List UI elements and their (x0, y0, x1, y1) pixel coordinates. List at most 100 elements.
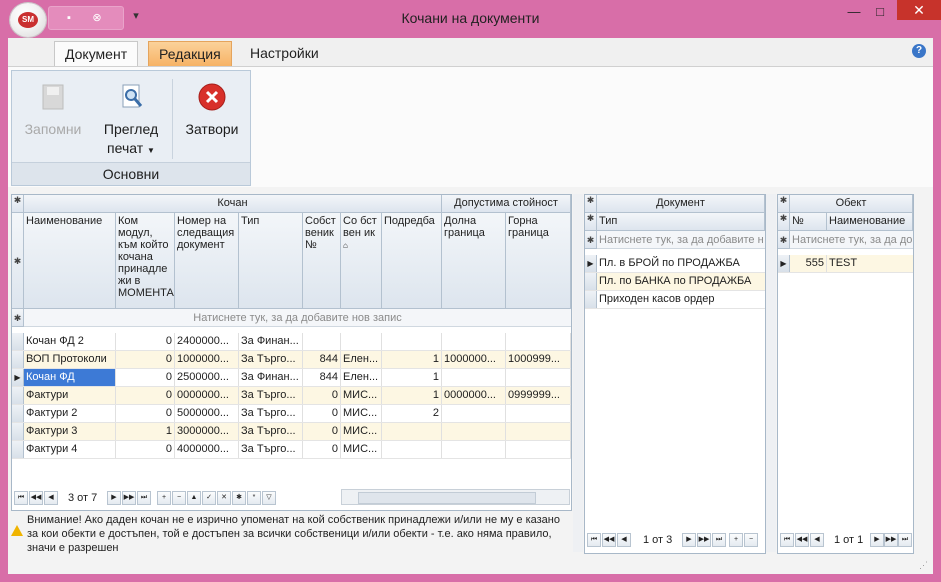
cell-object-number[interactable]: 555 (790, 255, 827, 272)
last-page-icon[interactable]: ⏭ (712, 533, 726, 547)
row-selector[interactable] (12, 441, 24, 458)
first-page-icon[interactable]: ⏮ (780, 533, 794, 547)
delete-record-icon[interactable]: − (172, 491, 186, 505)
cell-name[interactable]: Фактури (24, 387, 116, 404)
new-row-star-icon[interactable]: ✱ (778, 231, 790, 249)
header-star-icon[interactable]: ✱ (12, 213, 24, 309)
maximize-button[interactable]: □ (868, 4, 892, 20)
cell-name[interactable]: Фактури 3 (24, 423, 116, 440)
save-button[interactable]: Запомни (18, 75, 88, 163)
cell-doc-type[interactable]: Приходен касов ордер (597, 291, 765, 308)
cell-upper-limit[interactable]: 0999999... (506, 387, 571, 404)
cell-name[interactable]: Фактури 4 (24, 441, 116, 458)
col-header-number[interactable]: № (790, 213, 827, 231)
cell-object-name[interactable]: TEST (827, 255, 913, 272)
cell-owner[interactable]: МИС... (341, 441, 382, 458)
cell-name[interactable]: Фактури 2 (24, 405, 116, 422)
accept-edit-icon[interactable]: ✓ (202, 491, 216, 505)
first-page-icon[interactable]: ⏮ (14, 491, 28, 505)
cell-owner-no[interactable]: 0 (303, 423, 341, 440)
cell-module[interactable]: 0 (116, 441, 175, 458)
cell-next-number[interactable]: 4000000... (175, 441, 239, 458)
prev-page-icon[interactable]: ◀◀ (29, 491, 43, 505)
grid-corner-star-icon[interactable]: ✱ (12, 195, 24, 213)
tab-settings[interactable]: Настройки (240, 41, 329, 66)
table-row[interactable]: ВОП Протоколи 0 1000000... За Търго... 8… (12, 351, 571, 369)
table-row[interactable]: Фактури 4 0 4000000... За Търго... 0 МИС… (12, 441, 571, 459)
col-header-order[interactable]: Подредба (382, 213, 442, 309)
cell-type[interactable]: За Финан... (239, 369, 303, 386)
close-window-button[interactable]: ✕ (897, 0, 941, 20)
cell-module[interactable]: 1 (116, 423, 175, 440)
cell-owner[interactable]: МИС... (341, 387, 382, 404)
col-header-type[interactable]: Тип (597, 213, 765, 231)
row-selector[interactable] (585, 273, 597, 290)
cell-name[interactable]: Кочан ФД 2 (24, 333, 116, 350)
cell-lower-limit[interactable] (442, 333, 506, 350)
cell-type[interactable]: За Търго... (239, 405, 303, 422)
col-header-module[interactable]: Ком модул, към който кочана принадле жи … (116, 213, 175, 309)
new-record-row[interactable]: Натиснете тук, за да до (790, 231, 913, 249)
cell-lower-limit[interactable]: 1000000... (442, 351, 506, 368)
resize-grip-icon[interactable]: ⋰ (919, 560, 933, 574)
horizontal-scrollbar[interactable] (341, 489, 570, 505)
cell-owner[interactable]: МИС... (341, 405, 382, 422)
cell-lower-limit[interactable]: 0000000... (442, 387, 506, 404)
header-star-icon[interactable]: ✱ (778, 213, 790, 231)
edit-record-icon[interactable]: ▲ (187, 491, 201, 505)
cell-module[interactable]: 0 (116, 333, 175, 350)
refresh-icon[interactable]: ✱ (232, 491, 246, 505)
cell-order[interactable] (382, 333, 442, 350)
cell-module[interactable]: 0 (116, 351, 175, 368)
cell-name[interactable]: Кочан ФД (24, 369, 116, 386)
cell-next-number[interactable]: 3000000... (175, 423, 239, 440)
cell-module[interactable]: 0 (116, 405, 175, 422)
col-header-type[interactable]: Тип (239, 213, 303, 309)
next-record-icon[interactable]: ▶ (682, 533, 696, 547)
col-header-owner-no[interactable]: Собст веник № (303, 213, 341, 309)
new-row-star-icon[interactable]: ✱ (585, 231, 597, 249)
cell-owner-no[interactable]: 844 (303, 351, 341, 368)
col-header-owner[interactable]: Со бст вен ик ⌂ (341, 213, 382, 309)
row-current-arrow-icon[interactable]: ▶ (585, 255, 597, 272)
col-header-next-number[interactable]: Номер на следващия документ (175, 213, 239, 309)
row-selector[interactable] (12, 351, 24, 368)
list-item[interactable]: Пл. по БАНКА по ПРОДАЖБА (585, 273, 765, 291)
cell-upper-limit[interactable] (506, 333, 571, 350)
cell-module[interactable]: 0 (116, 369, 175, 386)
cell-upper-limit[interactable] (506, 441, 571, 458)
grid-corner-star-icon[interactable]: ✱ (778, 195, 790, 213)
cell-lower-limit[interactable] (442, 369, 506, 386)
cell-upper-limit[interactable] (506, 405, 571, 422)
cell-order[interactable] (382, 441, 442, 458)
next-page-icon[interactable]: ▶▶ (697, 533, 711, 547)
last-page-icon[interactable]: ⏭ (898, 533, 912, 547)
prev-page-icon[interactable]: ◀◀ (795, 533, 809, 547)
close-button[interactable]: Затвори (178, 75, 246, 163)
grid-corner-star-icon[interactable]: ✱ (585, 195, 597, 213)
filter-icon[interactable]: ▽ (262, 491, 276, 505)
cell-type[interactable]: За Търго... (239, 387, 303, 404)
row-current-arrow-icon[interactable]: ▶ (778, 255, 790, 272)
cell-name[interactable]: ВОП Протоколи (24, 351, 116, 368)
minimize-button[interactable]: — (842, 4, 866, 20)
cell-type[interactable]: За Търго... (239, 351, 303, 368)
col-header-lower-limit[interactable]: Долна граница (442, 213, 506, 309)
cell-next-number[interactable]: 2500000... (175, 369, 239, 386)
table-row[interactable]: Фактури 2 0 5000000... За Търго... 0 МИС… (12, 405, 571, 423)
cell-owner[interactable]: Елен... (341, 369, 382, 386)
cell-owner-no[interactable]: 0 (303, 387, 341, 404)
cell-upper-limit[interactable] (506, 423, 571, 440)
cell-type[interactable]: За Търго... (239, 441, 303, 458)
list-item[interactable]: Приходен касов ордер (585, 291, 765, 309)
save-bookmark-icon[interactable]: * (247, 491, 261, 505)
cell-next-number[interactable]: 2400000... (175, 333, 239, 350)
cell-order[interactable]: 1 (382, 351, 442, 368)
cell-owner[interactable]: Елен... (341, 351, 382, 368)
cell-owner-no[interactable] (303, 333, 341, 350)
cell-order[interactable] (382, 423, 442, 440)
new-record-row[interactable]: Натиснете тук, за да добавите н (597, 231, 765, 249)
prev-page-icon[interactable]: ◀◀ (602, 533, 616, 547)
cell-module[interactable]: 0 (116, 387, 175, 404)
row-selector[interactable] (12, 405, 24, 422)
